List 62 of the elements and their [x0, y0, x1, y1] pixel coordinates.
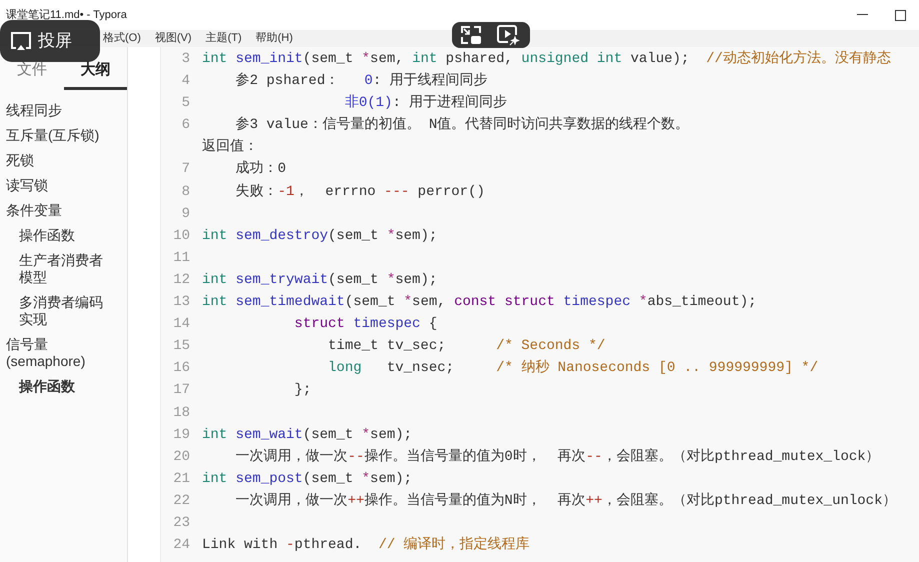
- code-line: 非0(1): 用于进程间同步: [344, 94, 508, 114]
- code-line: 参3 value：信号量的初值。 N值。代替同时访问共享数据的线程个数。: [234, 115, 690, 136]
- cast-screen-icon: [10, 31, 32, 51]
- code-line: 一次调用，做一次++操作。当信号量的值为N时， 再次++，会阻塞。（对比pthread_mutex_unlock）: [234, 491, 896, 511]
- code-line: 参2 pshared： 0: 用于线程间同步: [234, 72, 488, 92]
- outline-item[interactable]: 线程同步: [0, 98, 127, 122]
- line-number: 15: [172, 337, 190, 356]
- line-number: 12: [172, 270, 190, 290]
- outline-item[interactable]: 互斥量(互斥锁): [0, 122, 127, 148]
- line-number: 18: [172, 404, 190, 422]
- line-number: 17: [172, 381, 190, 400]
- line-number: 11: [172, 248, 190, 268]
- line-number: 22: [172, 492, 190, 511]
- minimize-icon: [856, 14, 868, 16]
- line-number: 4: [180, 72, 190, 92]
- line-number: 3: [180, 50, 190, 69]
- line-number: 9: [180, 204, 190, 224]
- code-line: 失败：-1， errrno --- perror(): [234, 182, 485, 202]
- menu-item[interactable]: 格式(O): [103, 30, 141, 47]
- code-line: long tv_nsec; /* 纳秒 Nanoseconds [0 .. 999999999] */: [327, 358, 818, 378]
- line-number: 19: [172, 426, 190, 445]
- line-number: 21: [172, 470, 190, 489]
- code-line: time_t tv_sec; /* Seconds */: [327, 337, 606, 356]
- code-line: int sem_wait(sem_t *sem);: [202, 426, 412, 445]
- outline-item[interactable]: 读写锁: [0, 172, 127, 198]
- line-number: 23: [172, 514, 190, 533]
- code-line: int sem_post(sem_t *sem);: [202, 470, 412, 489]
- line-number: 7: [180, 160, 190, 180]
- menu-item[interactable]: 主题(T): [206, 30, 242, 47]
- code-line: int sem_init(sem_t *sem, int pshared, unsigned int value); //动态初始化方法。没有静态: [202, 49, 891, 69]
- outline-item[interactable]: 多消费者编码实现: [0, 290, 127, 332]
- code-line: };: [293, 381, 312, 400]
- code-line: int sem_trywait(sem_t *sem);: [202, 270, 438, 290]
- line-number: 16: [172, 359, 190, 378]
- code-line: Link with -pthread. // 编译时，指定线程库: [202, 535, 530, 556]
- code-line: int sem_timedwait(sem_t *sem, const struct timespec *abs_timeout);: [202, 293, 757, 312]
- code-line: 一次调用，做一次--操作。当信号量的值为0时， 再次--，会阻塞。（对比pthread_mutex_lock）: [234, 447, 880, 467]
- line-number: 6: [180, 116, 190, 136]
- menu-item[interactable]: 视图(V): [154, 30, 192, 47]
- window-title: 课堂笔记11.md• - Typora: [6, 8, 128, 23]
- outline-item[interactable]: 操作函数: [0, 222, 127, 248]
- code-line: 成功：0: [234, 160, 286, 180]
- maximize-icon: [894, 10, 906, 20]
- outline-item[interactable]: 生产者消费者模型: [0, 248, 127, 290]
- window-arrow-icon[interactable]: [460, 25, 482, 45]
- menu-item[interactable]: 帮助(H): [256, 30, 293, 47]
- line-number: 24: [172, 536, 190, 556]
- code-line: struct timespec {: [293, 315, 438, 334]
- line-number: 5: [180, 94, 190, 114]
- line-number: 14: [172, 315, 190, 334]
- play-sparkle-icon[interactable]: [496, 24, 520, 46]
- line-number: 20: [172, 448, 190, 467]
- line-number: 10: [172, 226, 190, 246]
- cast-overlay[interactable]: 投屏: [0, 20, 100, 62]
- line-number: 13: [172, 293, 190, 312]
- line-number: 8: [180, 182, 190, 202]
- code-line: int sem_destroy(sem_t *sem);: [202, 226, 438, 246]
- outline-item[interactable]: 死锁: [0, 148, 127, 172]
- code-line: 返回值：: [202, 138, 258, 158]
- outline-item[interactable]: 信号量(semaphore): [0, 332, 127, 374]
- outline-item[interactable]: 条件变量: [0, 198, 127, 222]
- outline-item[interactable]: 操作函数: [0, 374, 127, 398]
